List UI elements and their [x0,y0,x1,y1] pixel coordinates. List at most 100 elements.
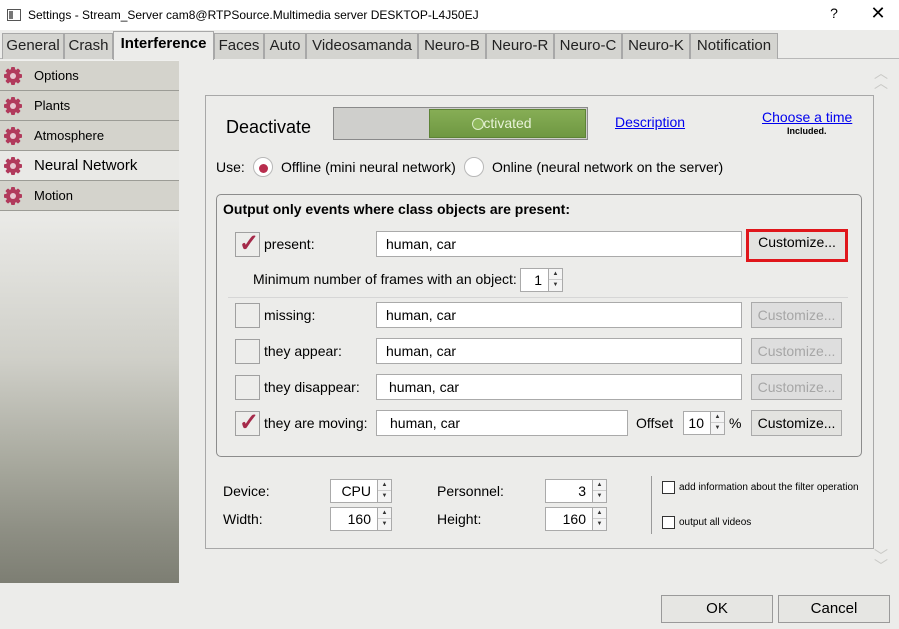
disappear-checkbox[interactable] [235,375,260,400]
checkmark-icon: ✓ [239,230,260,257]
divider [228,297,848,298]
tab-auto[interactable]: Auto [264,33,306,59]
missing-checkbox[interactable] [235,303,260,328]
min-frames-stepper[interactable]: 1 ▲ ▼ [520,268,563,292]
cancel-button[interactable]: Cancel [778,595,890,623]
min-frames-label: Minimum number of frames with an object: [253,271,517,287]
missing-customize-button[interactable]: Customize... [751,302,842,328]
scroll-down-icon[interactable]: ﹀ ﹀ [872,549,890,579]
tab-neuro-r[interactable]: Neuro-R [486,33,554,59]
toggle-on-state: Activated [429,109,586,138]
add-info-checkbox[interactable] [662,481,675,494]
spin-up-icon[interactable]: ▲ [593,480,606,491]
settings-window: Settings - Stream_Server cam8@RTPSource.… [0,0,899,629]
spin-down-icon[interactable]: ▼ [711,423,724,434]
spin-down-icon[interactable]: ▼ [549,280,562,291]
tab-faces[interactable]: Faces [214,33,264,59]
tab-interference[interactable]: Interference [113,31,214,60]
tab-general[interactable]: General [2,33,64,59]
tab-neuro-c[interactable]: Neuro-C [554,33,622,59]
close-button[interactable]: ✕ [868,3,888,24]
spin-up-icon[interactable]: ▲ [549,269,562,280]
sidebar-item-atmosphere[interactable]: Atmosphere [0,121,179,151]
tab-crash[interactable]: Crash [64,33,113,59]
width-label: Width: [223,511,263,527]
height-value: 160 [562,511,586,527]
sidebar-item-options[interactable]: Options [0,61,179,91]
tab-notification[interactable]: Notification [690,33,778,59]
present-checkbox[interactable]: ✓ [235,230,260,257]
spin-down-icon[interactable]: ▼ [378,491,391,502]
tab-neuro-b[interactable]: Neuro-B [418,33,486,59]
offline-radio[interactable] [253,157,273,177]
present-classes-input[interactable]: human, car [376,231,742,257]
gear-icon [4,127,22,145]
add-info-label: add information about the filter operati… [679,482,859,493]
status-led-icon [472,118,484,130]
title-bar: Settings - Stream_Server cam8@RTPSource.… [0,0,899,30]
included-note: Included. [787,126,827,136]
description-link[interactable]: Description [615,114,685,130]
spin-down-icon[interactable]: ▼ [593,519,606,530]
tab-videosamanda[interactable]: Videosamanda [306,33,418,59]
moving-customize-button[interactable]: Customize... [751,410,842,436]
height-stepper[interactable]: 160 ▲ ▼ [545,507,607,531]
window-title: Settings - Stream_Server cam8@RTPSource.… [28,8,479,22]
activation-toggle[interactable]: Activated [333,107,588,140]
offset-label: Offset [636,415,674,431]
device-stepper[interactable]: CPU ▲ ▼ [330,479,392,503]
moving-label: they are moving: [264,415,368,431]
online-radio[interactable] [464,157,484,177]
deactivate-label: Deactivate [226,117,312,137]
personnel-stepper[interactable]: 3 ▲ ▼ [545,479,607,503]
appear-customize-button[interactable]: Customize... [751,338,842,364]
sidebar-item-motion[interactable]: Motion [0,181,179,211]
sidebar-item-neural-network[interactable]: Neural Network [0,151,179,181]
sidebar-item-plants[interactable]: Plants [0,91,179,121]
width-value: 160 [347,511,371,527]
offset-unit: % [729,415,742,431]
vertical-divider [651,476,652,534]
spin-up-icon[interactable]: ▲ [593,508,606,519]
offline-radio-label: Offline (mini neural network) [281,159,456,175]
disappear-label: they disappear: [264,379,360,395]
ok-button[interactable]: OK [661,595,773,623]
sidebar: Options Plants Atmosphere Neural Network… [0,60,179,583]
present-label: present: [264,236,315,252]
device-label: Device: [223,483,270,499]
offset-stepper[interactable]: 10 ▲ ▼ [683,411,725,435]
spin-down-icon[interactable]: ▼ [378,519,391,530]
gear-icon [4,187,22,205]
help-button[interactable]: ? [826,5,842,21]
scroll-up-icon[interactable]: ︿ ︿ [872,66,890,96]
spin-up-icon[interactable]: ▲ [378,508,391,519]
gear-icon [4,97,22,115]
sidebar-item-label: Options [34,68,79,83]
sidebar-item-label: Neural Network [34,157,138,174]
disappear-classes-input[interactable]: human, car [376,374,742,400]
moving-checkbox[interactable]: ✓ [235,409,260,436]
missing-label: missing: [264,307,316,323]
choose-time-link[interactable]: Choose a time [762,109,852,125]
tab-neuro-k[interactable]: Neuro-K [622,33,690,59]
output-all-checkbox[interactable] [662,516,675,529]
gear-icon [4,157,22,175]
app-icon [7,9,21,21]
checkmark-icon: ✓ [239,409,260,436]
sidebar-item-label: Plants [34,98,71,113]
appear-checkbox[interactable] [235,339,260,364]
width-stepper[interactable]: 160 ▲ ▼ [330,507,392,531]
sidebar-item-label: Atmosphere [34,128,105,143]
spin-down-icon[interactable]: ▼ [593,491,606,502]
present-customize-button[interactable]: Customize... [746,229,848,262]
moving-classes-input[interactable]: human, car [376,410,628,436]
device-value: CPU [341,483,371,499]
offset-value: 10 [688,415,704,431]
spin-up-icon[interactable]: ▲ [378,480,391,491]
height-label: Height: [437,511,482,527]
spin-up-icon[interactable]: ▲ [711,412,724,423]
disappear-customize-button[interactable]: Customize... [751,374,842,400]
appear-classes-input[interactable]: human, car [376,338,742,364]
missing-classes-input[interactable]: human, car [376,302,742,328]
tab-bar: General Crash Interference Faces Auto Vi… [0,30,899,60]
